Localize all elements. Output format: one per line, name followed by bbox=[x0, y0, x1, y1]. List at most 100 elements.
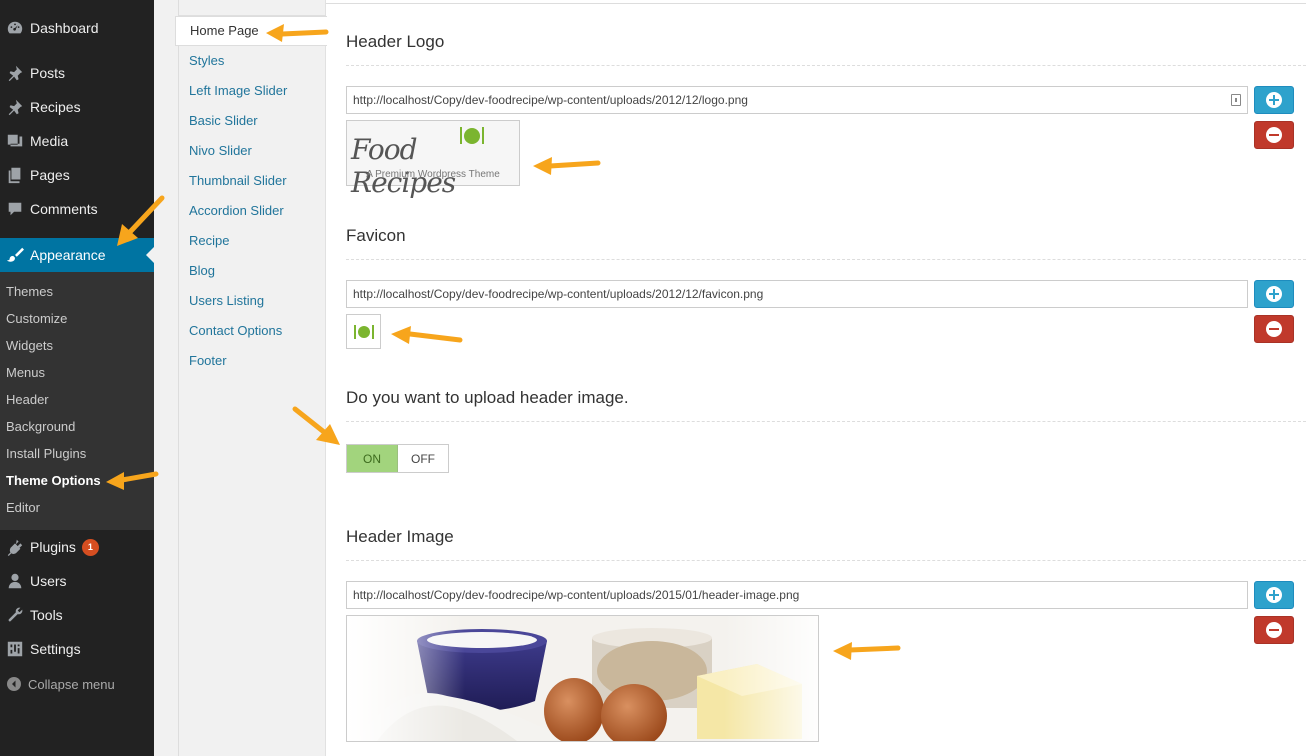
favicon-preview bbox=[346, 314, 381, 349]
section-divider bbox=[346, 259, 1306, 260]
dashboard-icon bbox=[0, 19, 30, 37]
toggle-on-option[interactable]: ON bbox=[347, 445, 398, 472]
menu-label: Recipes bbox=[30, 99, 81, 115]
wrench-icon bbox=[0, 606, 30, 624]
top-border bbox=[326, 3, 1306, 4]
user-icon bbox=[0, 572, 30, 590]
submenu-item-background[interactable]: Background bbox=[6, 419, 75, 434]
add-header-image-button[interactable] bbox=[1254, 581, 1294, 609]
annotation-arrow-icon bbox=[266, 24, 329, 42]
section-divider bbox=[346, 65, 1306, 66]
options-content: Header Logo http://localhost/Copy/dev-fo… bbox=[326, 0, 1306, 756]
nav-item-users-listing[interactable]: Users Listing bbox=[189, 293, 264, 308]
plate-icon bbox=[354, 325, 374, 339]
menu-label: Posts bbox=[30, 65, 66, 81]
remove-header-image-button[interactable] bbox=[1254, 616, 1294, 644]
collapse-icon bbox=[0, 676, 28, 692]
section-title-header-image: Header Image bbox=[346, 527, 454, 546]
remove-favicon-button[interactable] bbox=[1254, 315, 1294, 343]
submenu-item-menus[interactable]: Menus bbox=[6, 365, 45, 380]
nav-item-blog[interactable]: Blog bbox=[189, 263, 215, 278]
favicon-url-field[interactable]: http://localhost/Copy/dev-foodrecipe/wp-… bbox=[346, 280, 1248, 308]
menu-pages[interactable]: Pages bbox=[0, 158, 154, 192]
nav-item-basic-slider[interactable]: Basic Slider bbox=[189, 113, 258, 128]
submenu-item-customize[interactable]: Customize bbox=[6, 311, 67, 326]
nav-item-styles[interactable]: Styles bbox=[189, 53, 224, 68]
menu-media[interactable]: Media bbox=[0, 124, 154, 158]
nav-item-left-image-slider[interactable]: Left Image Slider bbox=[189, 83, 287, 98]
media-icon bbox=[0, 132, 30, 150]
menu-label: Appearance bbox=[30, 247, 106, 263]
header-logo-url-field[interactable]: http://localhost/Copy/dev-foodrecipe/wp-… bbox=[346, 86, 1248, 114]
add-favicon-button[interactable] bbox=[1254, 280, 1294, 308]
menu-label: Users bbox=[30, 573, 67, 589]
brush-icon bbox=[0, 246, 30, 264]
collapse-menu-button[interactable]: Collapse menu bbox=[0, 672, 154, 696]
plus-icon bbox=[1266, 92, 1282, 108]
nav-item-accordion-slider[interactable]: Accordion Slider bbox=[189, 203, 284, 218]
menu-label: Media bbox=[30, 133, 69, 149]
menu-label: Pages bbox=[30, 167, 70, 183]
nav-item-footer[interactable]: Footer bbox=[189, 353, 227, 368]
menu-dashboard[interactable]: Dashboard bbox=[0, 11, 154, 45]
menu-label: Dashboard bbox=[30, 20, 99, 36]
nav-item-nivo-slider[interactable]: Nivo Slider bbox=[189, 143, 252, 158]
plugin-icon bbox=[0, 538, 30, 556]
submenu-item-widgets[interactable]: Widgets bbox=[6, 338, 53, 353]
minus-icon bbox=[1266, 127, 1282, 143]
plus-icon bbox=[1266, 286, 1282, 302]
theme-options-nav: Home Page Styles Left Image Slider Basic… bbox=[175, 0, 327, 756]
admin-sidebar: Dashboard Posts Recipes Media Pages Comm… bbox=[0, 0, 154, 756]
annotation-arrow-icon bbox=[833, 642, 901, 660]
menu-users[interactable]: Users bbox=[0, 564, 154, 598]
annotation-arrow-icon bbox=[391, 326, 463, 344]
toggle-off-option[interactable]: OFF bbox=[398, 445, 448, 472]
menu-label: Settings bbox=[30, 641, 81, 657]
header-logo-preview: Food Recipes A Premium Wordpress Theme bbox=[346, 120, 520, 199]
menu-label: Plugins bbox=[30, 539, 76, 555]
annotation-arrow-icon bbox=[106, 471, 159, 490]
section-divider bbox=[346, 421, 1306, 422]
menu-label: Comments bbox=[30, 201, 98, 217]
nav-item-contact-options[interactable]: Contact Options bbox=[189, 323, 282, 338]
submenu-item-header[interactable]: Header bbox=[6, 392, 49, 407]
collapse-menu-label: Collapse menu bbox=[28, 676, 115, 692]
logo-text: Food Recipes bbox=[351, 133, 456, 199]
add-logo-button[interactable] bbox=[1254, 86, 1294, 114]
menu-posts[interactable]: Posts bbox=[0, 56, 154, 90]
update-count-badge: 1 bbox=[81, 538, 99, 556]
plate-icon bbox=[460, 127, 484, 144]
field-indicator-icon bbox=[1231, 94, 1241, 106]
menu-settings[interactable]: Settings bbox=[0, 632, 154, 666]
upload-header-toggle[interactable]: ON OFF bbox=[346, 444, 449, 473]
submenu-item-theme-options[interactable]: Theme Options bbox=[6, 473, 101, 488]
menu-tools[interactable]: Tools bbox=[0, 598, 154, 632]
favicon-url-value: http://localhost/Copy/dev-foodrecipe/wp-… bbox=[353, 287, 764, 301]
menu-recipes[interactable]: Recipes bbox=[0, 90, 154, 124]
submenu-item-install-plugins[interactable]: Install Plugins bbox=[6, 446, 86, 461]
section-title-header-logo: Header Logo bbox=[346, 32, 445, 51]
nav-item-thumbnail-slider[interactable]: Thumbnail Slider bbox=[189, 173, 287, 188]
minus-icon bbox=[1266, 321, 1282, 337]
menu-plugins[interactable]: Plugins 1 bbox=[0, 530, 154, 564]
plus-icon bbox=[1266, 587, 1282, 603]
pin-icon bbox=[0, 98, 30, 116]
content-gutter bbox=[154, 0, 178, 756]
upload-header-question: Do you want to upload header image. bbox=[346, 388, 629, 407]
header-image-preview bbox=[346, 615, 819, 742]
minus-icon bbox=[1266, 622, 1282, 638]
menu-label: Tools bbox=[30, 607, 63, 623]
remove-logo-button[interactable] bbox=[1254, 121, 1294, 149]
nav-item-recipe[interactable]: Recipe bbox=[189, 233, 229, 248]
submenu-item-editor[interactable]: Editor bbox=[6, 500, 40, 515]
logo-tagline: A Premium Wordpress Theme bbox=[366, 169, 500, 180]
header-image-url-field[interactable]: http://localhost/Copy/dev-foodrecipe/wp-… bbox=[346, 581, 1248, 609]
submenu-item-themes[interactable]: Themes bbox=[6, 284, 53, 299]
section-divider bbox=[346, 560, 1306, 561]
header-image-url-value: http://localhost/Copy/dev-foodrecipe/wp-… bbox=[353, 588, 800, 602]
pages-icon bbox=[0, 166, 30, 184]
annotation-arrow-icon bbox=[117, 195, 165, 246]
annotation-arrow-icon bbox=[292, 406, 340, 445]
section-title-favicon: Favicon bbox=[346, 226, 406, 245]
comment-icon bbox=[0, 200, 30, 218]
